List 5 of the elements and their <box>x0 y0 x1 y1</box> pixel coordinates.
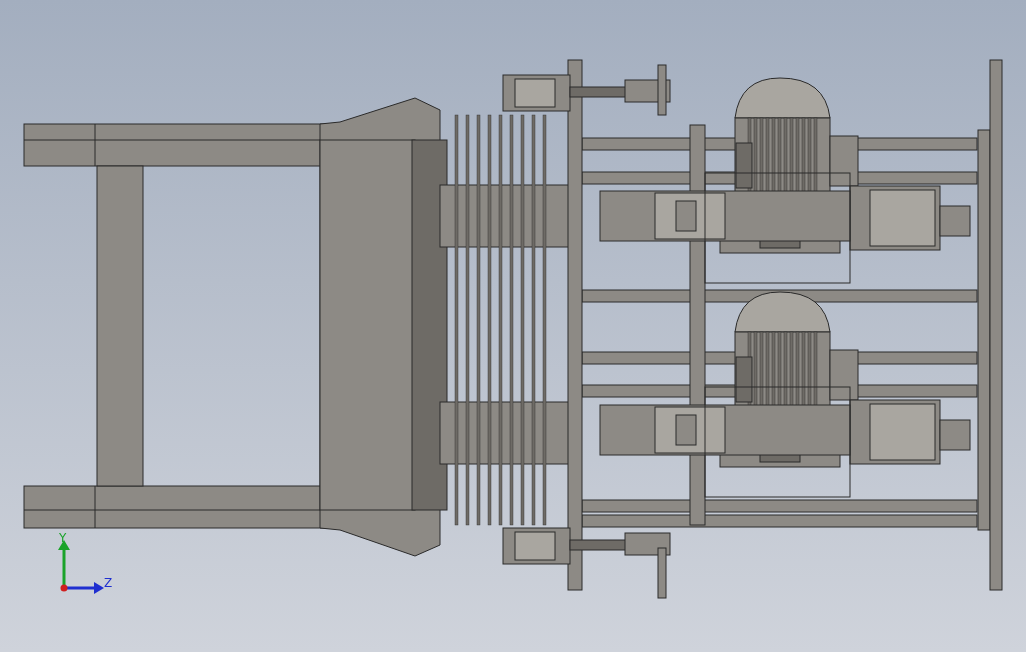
origin-dot-icon <box>60 584 68 592</box>
y-axis-label: Y <box>59 531 67 545</box>
y-axis-arrow <box>58 540 70 588</box>
z-axis-label: Z <box>104 576 113 590</box>
z-axis-arrow <box>64 582 104 594</box>
